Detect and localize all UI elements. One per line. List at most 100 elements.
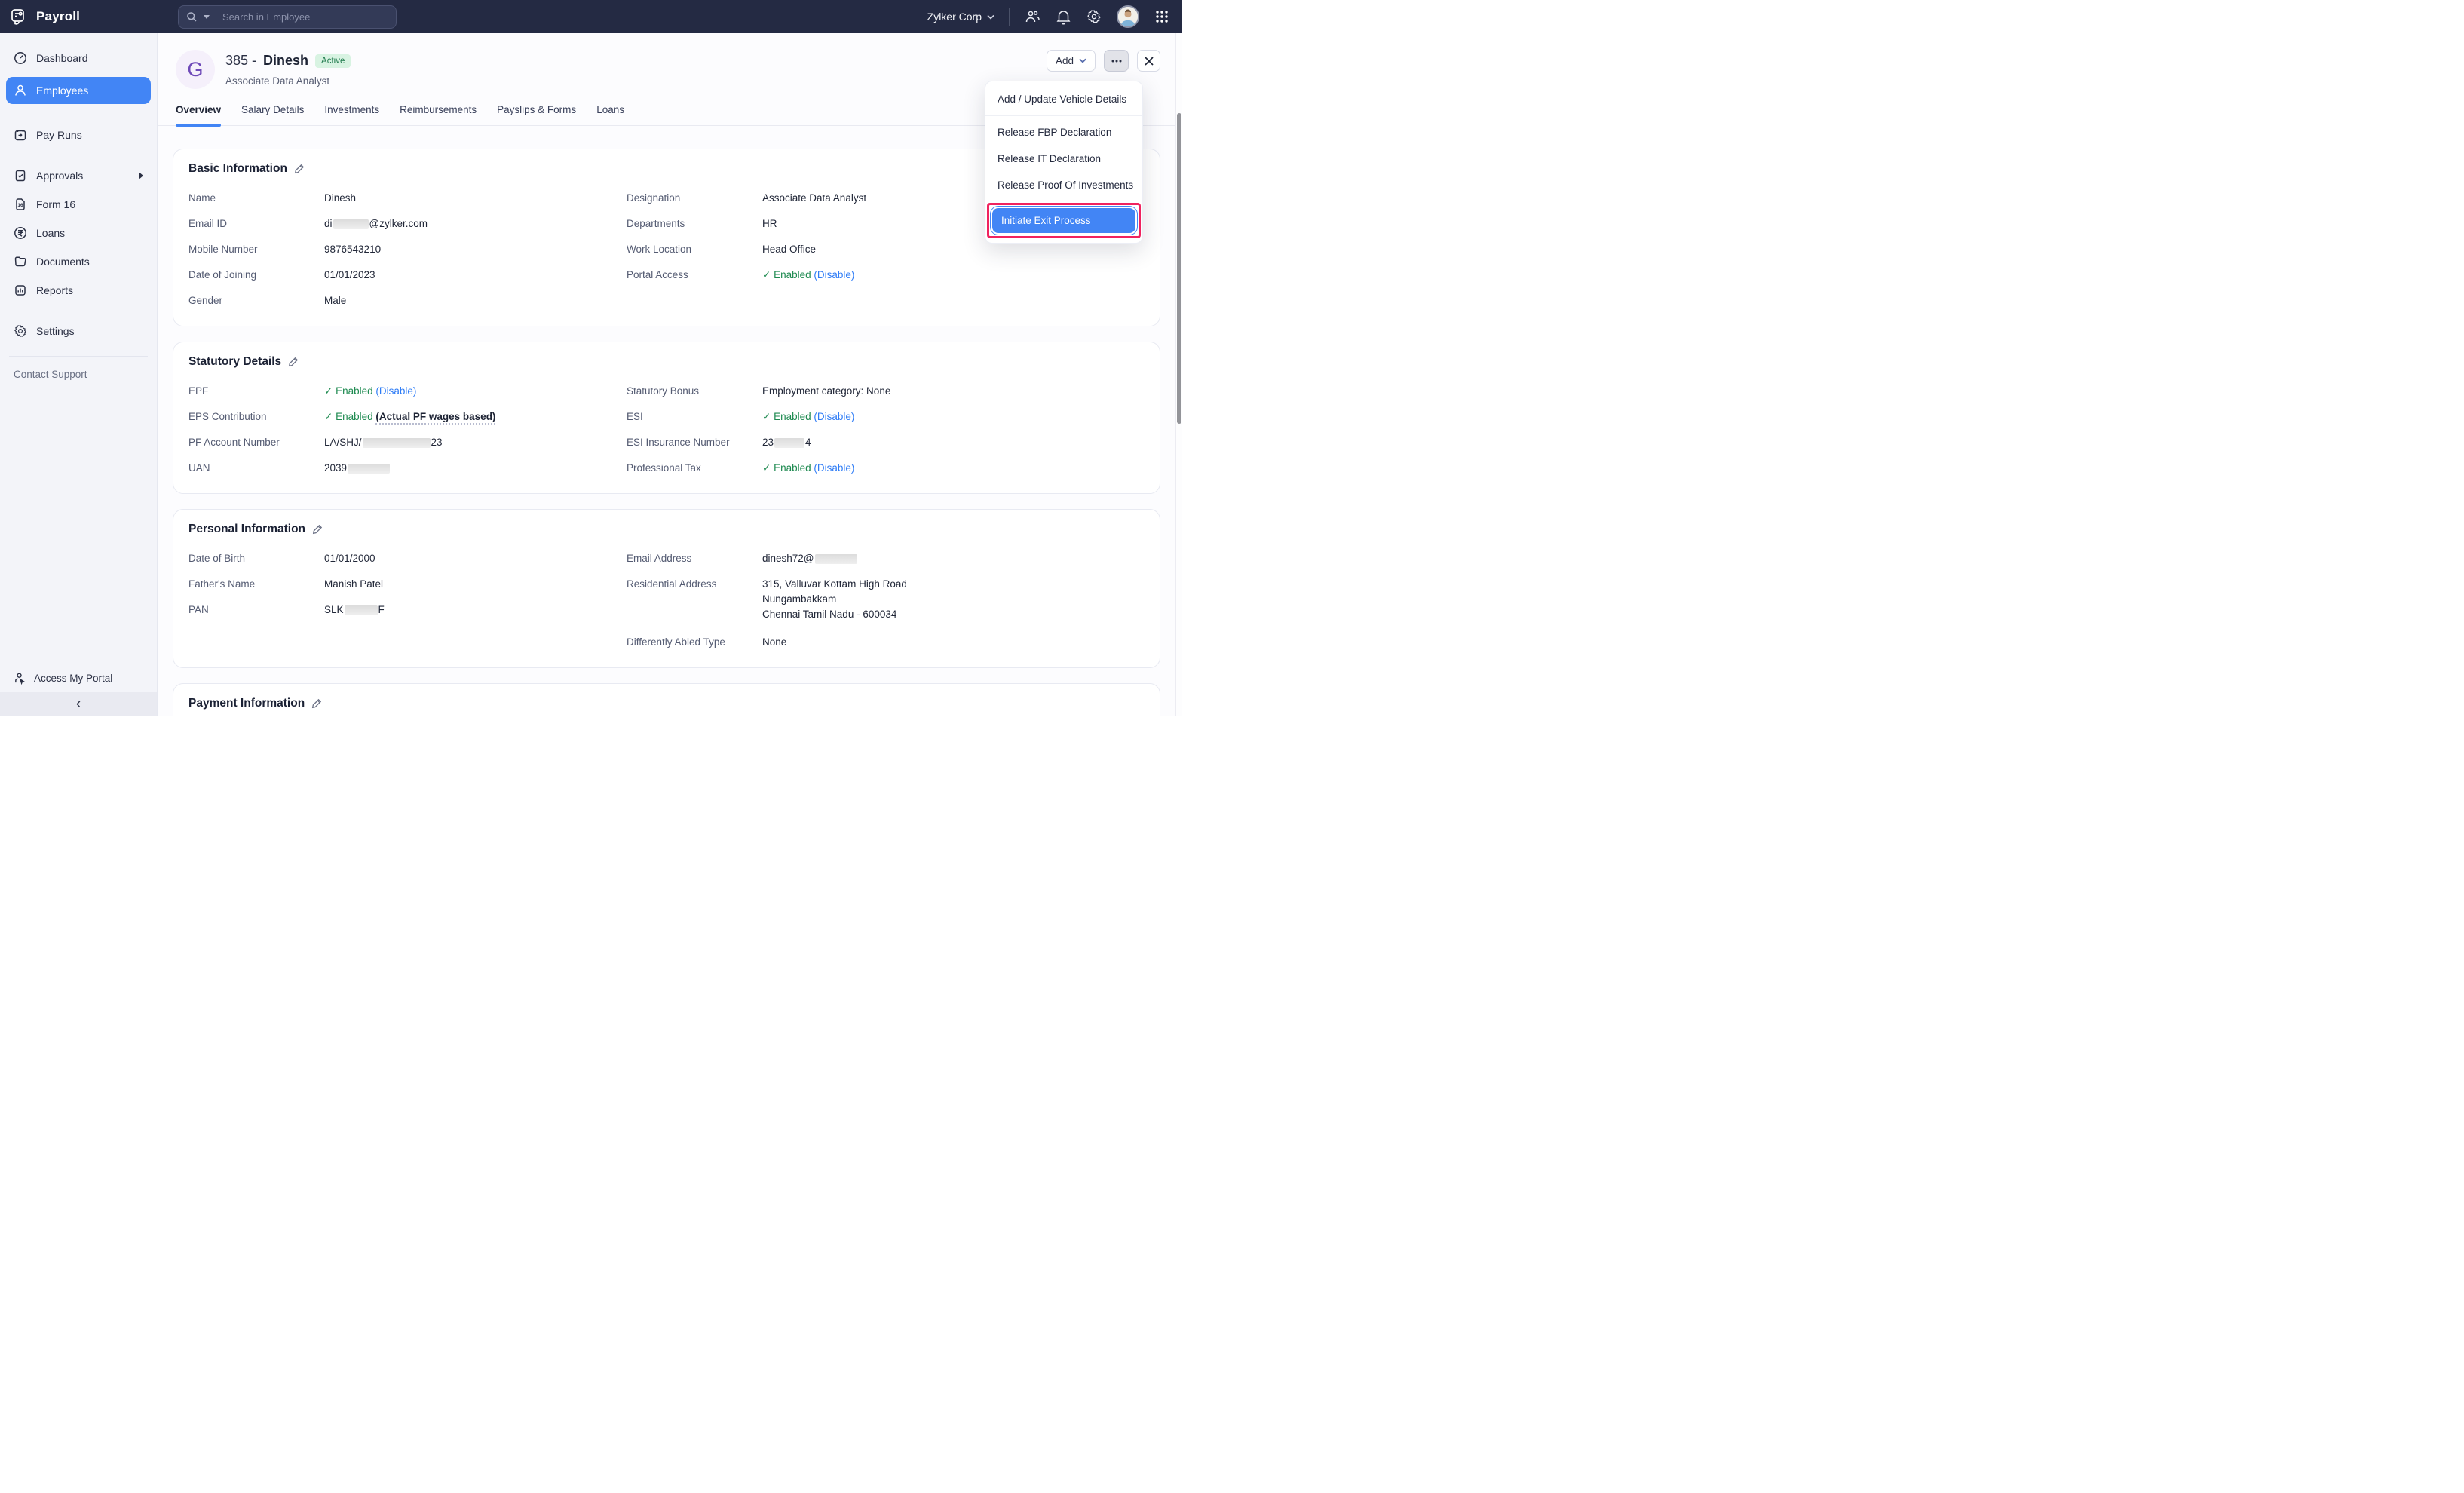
sidebar-item-label: Employees — [36, 84, 88, 97]
reports-chart-icon — [14, 284, 27, 297]
sidebar-collapse-button[interactable]: ‹ — [0, 692, 157, 716]
edit-pencil-icon[interactable] — [312, 524, 323, 535]
sidebar-item-pay-runs[interactable]: Pay Runs — [6, 124, 151, 146]
field-value: ✓ Enabled (Disable) — [762, 410, 854, 423]
tab-reimbursements[interactable]: Reimbursements — [400, 104, 477, 125]
field-label: EPF — [188, 385, 324, 397]
employee-number: 385 - — [225, 53, 256, 69]
tab-investments[interactable]: Investments — [324, 104, 379, 125]
redacted-text — [815, 554, 857, 564]
field-value: Manish Patel — [324, 578, 383, 590]
loans-rupee-icon — [14, 226, 27, 240]
contact-support-link[interactable]: Contact Support — [0, 364, 157, 385]
section-title: Personal Information — [188, 523, 305, 536]
redacted-text — [348, 464, 390, 474]
field-value: ✓ Enabled (Actual PF wages based) — [324, 410, 495, 423]
eps-basis-tooltip[interactable]: (Actual PF wages based) — [375, 411, 495, 425]
status-badge: Active — [315, 54, 351, 68]
tab-loans[interactable]: Loans — [596, 104, 624, 125]
tab-salary-details[interactable]: Salary Details — [241, 104, 304, 125]
sidebar-item-dashboard[interactable]: Dashboard — [6, 47, 151, 69]
tab-payslips-forms[interactable]: Payslips & Forms — [497, 104, 576, 125]
sidebar-item-form16[interactable]: 16 Form 16 — [6, 193, 151, 216]
more-actions-button[interactable] — [1104, 50, 1129, 72]
disable-professional-tax-link[interactable]: (Disable) — [814, 462, 854, 474]
field-label: Designation — [627, 192, 762, 204]
sidebar-item-label: Form 16 — [36, 198, 75, 210]
scrollbar-thumb[interactable] — [1177, 113, 1181, 424]
disable-epf-link[interactable]: (Disable) — [375, 385, 416, 397]
field-label: Email ID — [188, 217, 324, 230]
notifications-bell-icon[interactable] — [1055, 8, 1071, 25]
chevron-down-icon — [987, 14, 994, 20]
top-right-cluster: Zylker Corp — [927, 5, 1182, 28]
edit-pencil-icon[interactable] — [294, 164, 305, 174]
edit-pencil-icon[interactable] — [311, 698, 322, 709]
field-label: Father's Name — [188, 578, 324, 590]
sidebar-item-loans[interactable]: Loans — [6, 222, 151, 244]
field-value: ✓ Enabled (Disable) — [762, 268, 854, 281]
global-search — [178, 5, 397, 29]
pay-runs-calendar-icon — [14, 128, 27, 142]
field-label: ESI — [627, 410, 762, 423]
search-input[interactable] — [222, 11, 388, 23]
section-title: Statutory Details — [188, 355, 281, 369]
menu-item-release-poi[interactable]: Release Proof Of Investments — [985, 172, 1142, 198]
menu-item-initiate-exit-process[interactable]: Initiate Exit Process — [992, 208, 1135, 233]
access-my-portal-link[interactable]: Access My Portal — [0, 664, 157, 692]
form16-document-icon: 16 — [14, 198, 27, 211]
annotation-highlight-box: Initiate Exit Process — [987, 203, 1141, 238]
section-title: Payment Information — [188, 697, 305, 710]
field-value: 315, Valluvar Kottam High Road Nungambak… — [762, 578, 907, 623]
sidebar-item-documents[interactable]: Documents — [6, 250, 151, 273]
disable-esi-link[interactable]: (Disable) — [814, 411, 854, 422]
disable-portal-access-link[interactable]: (Disable) — [814, 269, 854, 281]
settings-gear-icon[interactable] — [1086, 8, 1102, 25]
search-scope-caret-icon[interactable] — [204, 14, 210, 19]
referrals-users-icon[interactable] — [1024, 8, 1040, 25]
sidebar-item-approvals[interactable]: Approvals — [6, 164, 151, 187]
statutory-details-card: Statutory Details EPF ✓ Enabled (Disable… — [173, 342, 1160, 494]
approvals-clipboard-icon — [14, 169, 27, 182]
field-value: 9876543210 — [324, 243, 381, 256]
sidebar-item-label: Loans — [36, 227, 65, 239]
add-button[interactable]: Add — [1047, 50, 1096, 72]
close-button[interactable] — [1137, 50, 1160, 72]
field-label: Date of Joining — [188, 268, 324, 281]
field-value: Male — [324, 294, 346, 307]
chevron-left-icon: ‹ — [76, 696, 81, 713]
field-label: Residential Address — [627, 578, 762, 623]
field-value: Head Office — [762, 243, 816, 256]
close-icon — [1145, 57, 1154, 66]
menu-item-vehicle-details[interactable]: Add / Update Vehicle Details — [985, 86, 1142, 112]
app-grid-icon[interactable] — [1154, 8, 1170, 25]
field-label: EPS Contribution — [188, 410, 324, 423]
field-label: UAN — [188, 461, 324, 474]
tab-overview[interactable]: Overview — [176, 104, 221, 125]
employee-name: Dinesh — [263, 53, 308, 69]
field-label: Mobile Number — [188, 243, 324, 256]
sidebar-item-employees[interactable]: Employees — [6, 77, 151, 104]
user-avatar[interactable] — [1117, 5, 1139, 28]
field-value: 234 — [762, 436, 811, 449]
field-label: Differently Abled Type — [627, 636, 762, 648]
employee-designation: Associate Data Analyst — [225, 75, 351, 87]
sidebar-item-label: Documents — [36, 256, 90, 268]
employee-person-icon — [14, 84, 27, 97]
menu-item-release-fbp[interactable]: Release FBP Declaration — [985, 119, 1142, 146]
org-switcher[interactable]: Zylker Corp — [927, 11, 994, 23]
sidebar-item-label: Pay Runs — [36, 129, 82, 141]
field-value: di@zylker.com — [324, 217, 428, 230]
sidebar-item-settings[interactable]: Settings — [6, 320, 151, 342]
section-title: Basic Information — [188, 162, 287, 176]
edit-pencil-icon[interactable] — [288, 357, 299, 367]
search-icon[interactable] — [186, 11, 198, 23]
redacted-text — [363, 438, 431, 448]
field-value: HR — [762, 217, 777, 230]
top-bar: Payroll Zylker Corp — [0, 0, 1182, 33]
field-label: Statutory Bonus — [627, 385, 762, 397]
personal-information-card: Personal Information Date of Birth 01/01… — [173, 509, 1160, 668]
app-brand: Payroll — [0, 7, 158, 26]
sidebar-item-reports[interactable]: Reports — [6, 279, 151, 302]
menu-item-release-it[interactable]: Release IT Declaration — [985, 146, 1142, 172]
